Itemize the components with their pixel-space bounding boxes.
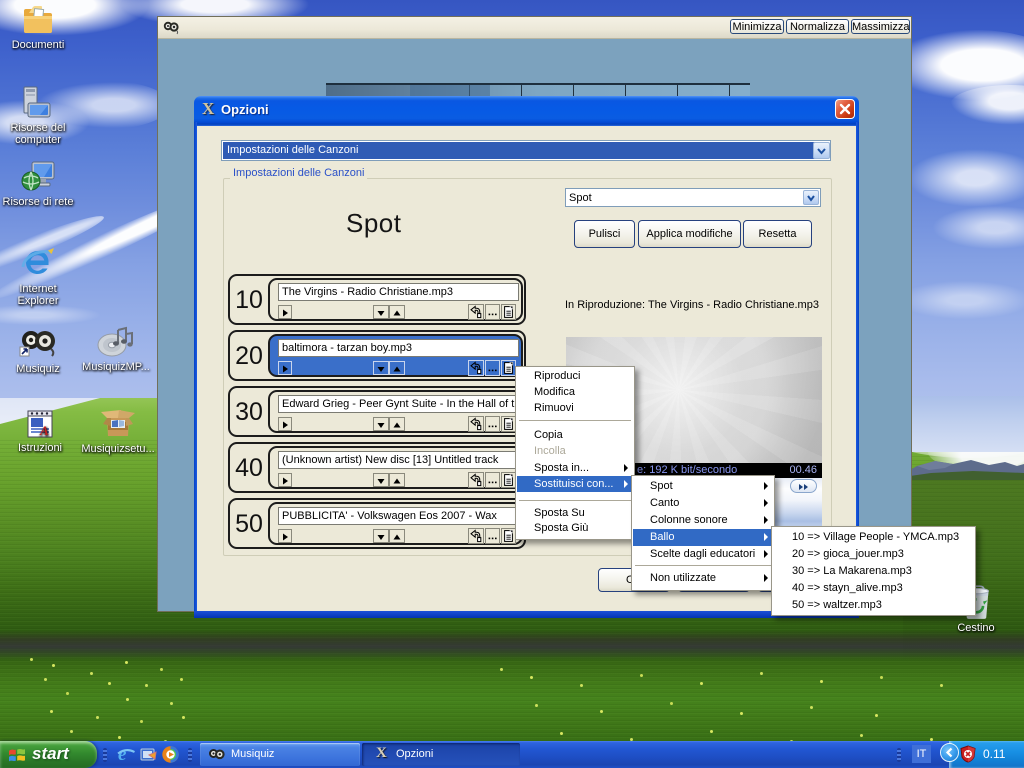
svg-text:e: e (118, 744, 127, 764)
svg-text:A: A (39, 423, 49, 438)
